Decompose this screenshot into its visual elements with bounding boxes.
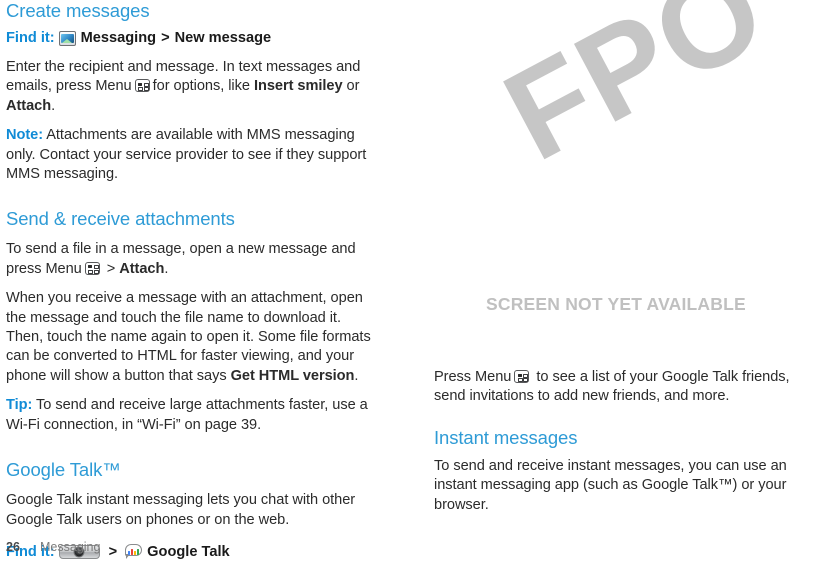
- note-label: Note:: [6, 127, 44, 144]
- para2-text-a: To send a file in a message, open a new …: [6, 241, 356, 277]
- tip-text: To send and receive large attachments fa…: [6, 397, 368, 433]
- find-it-target: New message: [174, 30, 272, 46]
- footer-page-number: 26: [6, 540, 20, 554]
- note-text: Attachments are available with MMS messa…: [6, 127, 367, 183]
- fpo-caption: SCREEN NOT YET AVAILABLE: [486, 294, 746, 314]
- paragraph-instant-messages: To send and receive instant messages, yo…: [434, 457, 787, 513]
- right-para-text-a: Press Menu: [434, 369, 512, 385]
- paragraph-google-talk-intro: Google Talk instant messaging lets you c…: [6, 492, 356, 528]
- tip-paragraph: Tip: To send and receive large attachmen…: [6, 396, 381, 435]
- para2-bold-attach: Attach: [119, 260, 165, 277]
- page-footer: 26 Messaging: [6, 540, 100, 554]
- para3-text-b: .: [354, 367, 359, 384]
- heading-instant-messages: Instant messages: [434, 426, 578, 448]
- manual-page: Create messages Find it: Messaging > New…: [0, 0, 814, 560]
- para-bold-attach: Attach: [6, 97, 52, 114]
- messaging-icon: [58, 30, 76, 46]
- left-column: Create messages Find it: Messaging > New…: [6, 0, 381, 562]
- find-it-separator: >: [108, 543, 118, 560]
- find-it-messaging: Find it: Messaging > New message: [6, 28, 381, 48]
- tip-label: Tip:: [6, 397, 33, 414]
- paragraph-press-menu: Press Menu to see a list of your Google …: [434, 368, 814, 407]
- paragraph-receive-attachment: When you receive a message with an attac…: [6, 289, 381, 386]
- heading-create-messages: Create messages: [6, 0, 150, 21]
- para2-text-b: >: [102, 260, 120, 277]
- screen-placeholder-image: FPO SCREEN NOT YET AVAILABLE: [434, 0, 814, 355]
- paragraph-send-file: To send a file in a message, open a new …: [6, 240, 381, 279]
- find-it-app-name: Messaging: [80, 30, 157, 46]
- find-it-separator: >: [161, 30, 170, 46]
- note-paragraph: Note: Attachments are available with MMS…: [6, 126, 381, 184]
- para-text-c: or: [342, 78, 360, 95]
- para-bold-insert-smiley: Insert smiley: [253, 78, 343, 95]
- para2-text-c: .: [164, 260, 169, 277]
- find-it-app-name: Google Talk: [147, 543, 230, 560]
- menu-key-icon: [84, 261, 100, 275]
- fpo-watermark: FPO: [482, 0, 788, 189]
- right-column: Press Menu to see a list of your Google …: [434, 368, 814, 515]
- heading-send-receive-attachments: Send & receive attachments: [6, 208, 235, 230]
- paragraph-enter-recipient: Enter the recipient and message. In text…: [6, 58, 381, 116]
- para-text-d: .: [51, 97, 56, 114]
- heading-google-talk: Google Talk™: [6, 459, 121, 481]
- footer-chapter-name: Messaging: [40, 540, 101, 554]
- find-it-label: Find it:: [6, 30, 55, 46]
- para3-bold-get-html: Get HTML version: [230, 367, 355, 384]
- google-talk-icon: [125, 544, 143, 560]
- para-text-b: for options, like: [152, 78, 254, 95]
- menu-key-icon: [514, 370, 530, 383]
- menu-key-icon: [134, 79, 150, 93]
